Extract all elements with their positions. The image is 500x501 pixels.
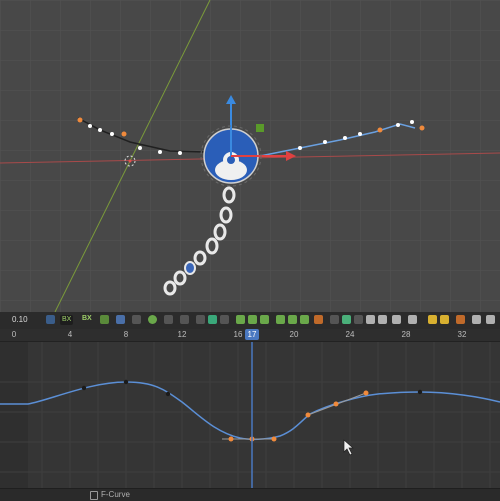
loop-icon[interactable] <box>196 315 205 324</box>
view-icon[interactable] <box>472 315 481 324</box>
current-frame-badge[interactable]: 17 <box>245 329 259 340</box>
curve-step-icon[interactable] <box>248 315 257 324</box>
tangent-auto-icon[interactable] <box>276 315 285 324</box>
interpolation-icon[interactable] <box>116 315 125 324</box>
f-curve[interactable] <box>0 381 500 441</box>
curve-linear-icon[interactable] <box>236 315 245 324</box>
keyframe-selected[interactable] <box>271 436 277 442</box>
ruler-tick: 20 <box>289 330 299 339</box>
ruler-tick: 0 <box>11 330 17 339</box>
key-filter-icon[interactable] <box>100 315 109 324</box>
record-icon[interactable] <box>148 315 157 324</box>
settings-icon[interactable] <box>486 315 495 324</box>
sort-icon[interactable] <box>220 315 229 324</box>
plus-icon[interactable] <box>46 315 55 324</box>
paste-icon[interactable] <box>378 315 387 324</box>
key-type-dropdown[interactable]: BX <box>60 315 74 325</box>
ruler-tick: 12 <box>177 330 187 339</box>
keyframe-selected[interactable] <box>363 390 369 396</box>
keyframe-selected[interactable] <box>228 436 234 442</box>
snap-icon[interactable] <box>132 315 141 324</box>
mode-label: BX <box>82 315 92 322</box>
tangent-break-icon[interactable] <box>288 315 297 324</box>
copy-icon[interactable] <box>366 315 375 324</box>
graph-left-margin <box>0 342 28 492</box>
ruler-tick: 28 <box>401 330 411 339</box>
filter-icon[interactable] <box>342 315 351 324</box>
keyframe-selected[interactable] <box>305 412 311 418</box>
range-icon[interactable] <box>180 315 189 324</box>
frame-icon[interactable] <box>164 315 173 324</box>
graph-gridlines <box>0 342 500 492</box>
keyframe-selected[interactable] <box>333 401 339 407</box>
ruler-tick: 24 <box>345 330 355 339</box>
layer-icon[interactable] <box>208 315 217 324</box>
viewport-canvas[interactable] <box>0 0 500 312</box>
marker-icon[interactable] <box>428 315 437 324</box>
document-icon <box>90 491 98 500</box>
curve-bezier-icon[interactable] <box>260 315 269 324</box>
keyframe[interactable] <box>417 389 423 395</box>
ease-icon[interactable] <box>314 315 323 324</box>
buffer-icon[interactable] <box>392 315 401 324</box>
scale-icon[interactable] <box>354 315 363 324</box>
ruler-tick: 8 <box>123 330 129 339</box>
marker-add-icon[interactable] <box>440 315 449 324</box>
graph-editor-panel[interactable]: 0.10 BX BX 0 4 8 12 16 20 24 28 32 17 F-… <box>0 312 500 501</box>
ruler-tick: 32 <box>457 330 467 339</box>
3d-viewport[interactable] <box>0 0 500 312</box>
status-bar: F-Curve <box>0 488 500 501</box>
keyframe[interactable] <box>123 379 129 385</box>
ruler-tick: 4 <box>67 330 73 339</box>
list-icon[interactable] <box>408 315 417 324</box>
frame-ruler[interactable]: 0 4 8 12 16 20 24 28 32 17 <box>0 329 500 342</box>
keyframe[interactable] <box>165 391 171 397</box>
value-readout[interactable]: 0.10 <box>12 315 28 324</box>
ruler-tick: 16 <box>233 330 243 339</box>
onion-skin-icon[interactable] <box>456 315 465 324</box>
normalize-icon[interactable] <box>330 315 339 324</box>
tangent-flat-icon[interactable] <box>300 315 309 324</box>
keyframe[interactable] <box>81 385 87 391</box>
f-curve-graph[interactable] <box>0 342 500 492</box>
panel-label: F-Curve <box>101 490 130 499</box>
graph-editor-toolbar: 0.10 BX BX <box>0 312 500 330</box>
